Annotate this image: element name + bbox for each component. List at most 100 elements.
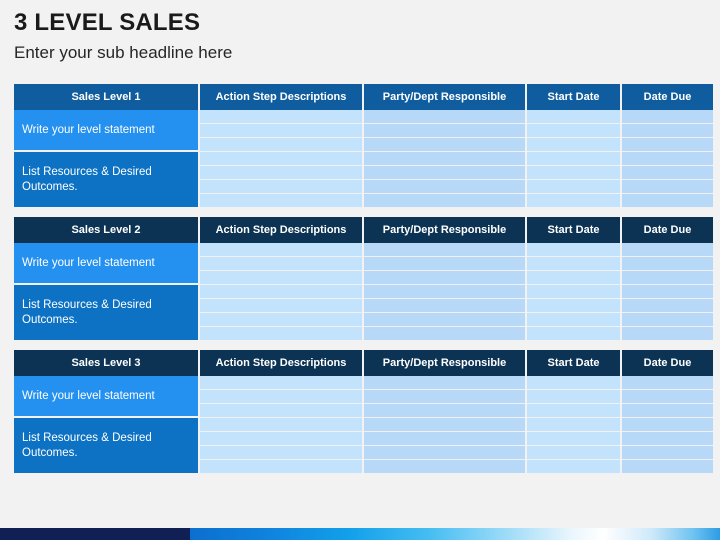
start-date-cell[interactable] (527, 152, 622, 166)
party-dept-cell[interactable] (364, 446, 527, 460)
start-date-cell[interactable] (527, 257, 622, 271)
date-due-cell[interactable] (622, 166, 713, 180)
column-header-party-dept[interactable]: Party/Dept Responsible (364, 350, 527, 376)
date-due-cell[interactable] (622, 124, 713, 138)
start-date-cell[interactable] (527, 110, 622, 124)
party-dept-cell[interactable] (364, 299, 527, 313)
action-step-cell[interactable] (200, 271, 364, 285)
party-dept-cell[interactable] (364, 124, 527, 138)
party-dept-cell[interactable] (364, 460, 527, 473)
date-due-cell[interactable] (622, 180, 713, 194)
start-date-cell[interactable] (527, 299, 622, 313)
action-step-cell[interactable] (200, 152, 364, 166)
action-step-cell[interactable] (200, 299, 364, 313)
party-dept-cell[interactable] (364, 138, 527, 152)
date-due-cell[interactable] (622, 243, 713, 257)
column-header-date-due[interactable]: Date Due (622, 350, 713, 376)
party-dept-cell[interactable] (364, 152, 527, 166)
party-dept-cell[interactable] (364, 110, 527, 124)
action-step-cell[interactable] (200, 124, 364, 138)
start-date-cell[interactable] (527, 418, 622, 432)
start-date-cell[interactable] (527, 390, 622, 404)
action-step-cell[interactable] (200, 313, 364, 327)
start-date-cell[interactable] (527, 243, 622, 257)
date-due-cell[interactable] (622, 460, 713, 473)
action-step-cell[interactable] (200, 285, 364, 299)
action-step-cell[interactable] (200, 166, 364, 180)
column-header-level[interactable]: Sales Level 2 (14, 217, 200, 243)
column-header-action-step[interactable]: Action Step Descriptions (200, 217, 364, 243)
column-header-level[interactable]: Sales Level 1 (14, 84, 200, 110)
column-header-level[interactable]: Sales Level 3 (14, 350, 200, 376)
date-due-cell[interactable] (622, 327, 713, 340)
party-dept-cell[interactable] (364, 418, 527, 432)
action-step-cell[interactable] (200, 390, 364, 404)
party-dept-cell[interactable] (364, 166, 527, 180)
date-due-cell[interactable] (622, 138, 713, 152)
party-dept-cell[interactable] (364, 271, 527, 285)
party-dept-cell[interactable] (364, 194, 527, 207)
level-resources-cell[interactable]: List Resources & Desired Outcomes. (14, 152, 200, 207)
level-resources-cell[interactable]: List Resources & Desired Outcomes. (14, 285, 200, 340)
party-dept-cell[interactable] (364, 313, 527, 327)
party-dept-cell[interactable] (364, 180, 527, 194)
column-header-party-dept[interactable]: Party/Dept Responsible (364, 84, 527, 110)
start-date-cell[interactable] (527, 460, 622, 473)
party-dept-cell[interactable] (364, 243, 527, 257)
level-statement-cell[interactable]: Write your level statement (14, 376, 200, 418)
start-date-cell[interactable] (527, 446, 622, 460)
date-due-cell[interactable] (622, 194, 713, 207)
start-date-cell[interactable] (527, 313, 622, 327)
column-header-party-dept[interactable]: Party/Dept Responsible (364, 217, 527, 243)
date-due-cell[interactable] (622, 432, 713, 446)
date-due-cell[interactable] (622, 257, 713, 271)
party-dept-cell[interactable] (364, 376, 527, 390)
action-step-cell[interactable] (200, 257, 364, 271)
column-header-start-date[interactable]: Start Date (527, 217, 622, 243)
date-due-cell[interactable] (622, 390, 713, 404)
action-step-cell[interactable] (200, 460, 364, 473)
start-date-cell[interactable] (527, 124, 622, 138)
start-date-cell[interactable] (527, 327, 622, 340)
action-step-cell[interactable] (200, 418, 364, 432)
level-resources-cell[interactable]: List Resources & Desired Outcomes. (14, 418, 200, 473)
date-due-cell[interactable] (622, 418, 713, 432)
start-date-cell[interactable] (527, 271, 622, 285)
start-date-cell[interactable] (527, 194, 622, 207)
column-header-start-date[interactable]: Start Date (527, 350, 622, 376)
action-step-cell[interactable] (200, 327, 364, 340)
action-step-cell[interactable] (200, 376, 364, 390)
action-step-cell[interactable] (200, 446, 364, 460)
start-date-cell[interactable] (527, 376, 622, 390)
date-due-cell[interactable] (622, 313, 713, 327)
start-date-cell[interactable] (527, 285, 622, 299)
date-due-cell[interactable] (622, 404, 713, 418)
action-step-cell[interactable] (200, 432, 364, 446)
action-step-cell[interactable] (200, 138, 364, 152)
date-due-cell[interactable] (622, 285, 713, 299)
date-due-cell[interactable] (622, 376, 713, 390)
date-due-cell[interactable] (622, 446, 713, 460)
action-step-cell[interactable] (200, 110, 364, 124)
party-dept-cell[interactable] (364, 327, 527, 340)
date-due-cell[interactable] (622, 299, 713, 313)
start-date-cell[interactable] (527, 180, 622, 194)
column-header-action-step[interactable]: Action Step Descriptions (200, 350, 364, 376)
column-header-date-due[interactable]: Date Due (622, 84, 713, 110)
party-dept-cell[interactable] (364, 432, 527, 446)
date-due-cell[interactable] (622, 110, 713, 124)
action-step-cell[interactable] (200, 404, 364, 418)
date-due-cell[interactable] (622, 152, 713, 166)
action-step-cell[interactable] (200, 180, 364, 194)
start-date-cell[interactable] (527, 404, 622, 418)
action-step-cell[interactable] (200, 194, 364, 207)
start-date-cell[interactable] (527, 432, 622, 446)
party-dept-cell[interactable] (364, 285, 527, 299)
level-statement-cell[interactable]: Write your level statement (14, 243, 200, 285)
action-step-cell[interactable] (200, 243, 364, 257)
column-header-date-due[interactable]: Date Due (622, 217, 713, 243)
column-header-action-step[interactable]: Action Step Descriptions (200, 84, 364, 110)
column-header-start-date[interactable]: Start Date (527, 84, 622, 110)
date-due-cell[interactable] (622, 271, 713, 285)
start-date-cell[interactable] (527, 166, 622, 180)
